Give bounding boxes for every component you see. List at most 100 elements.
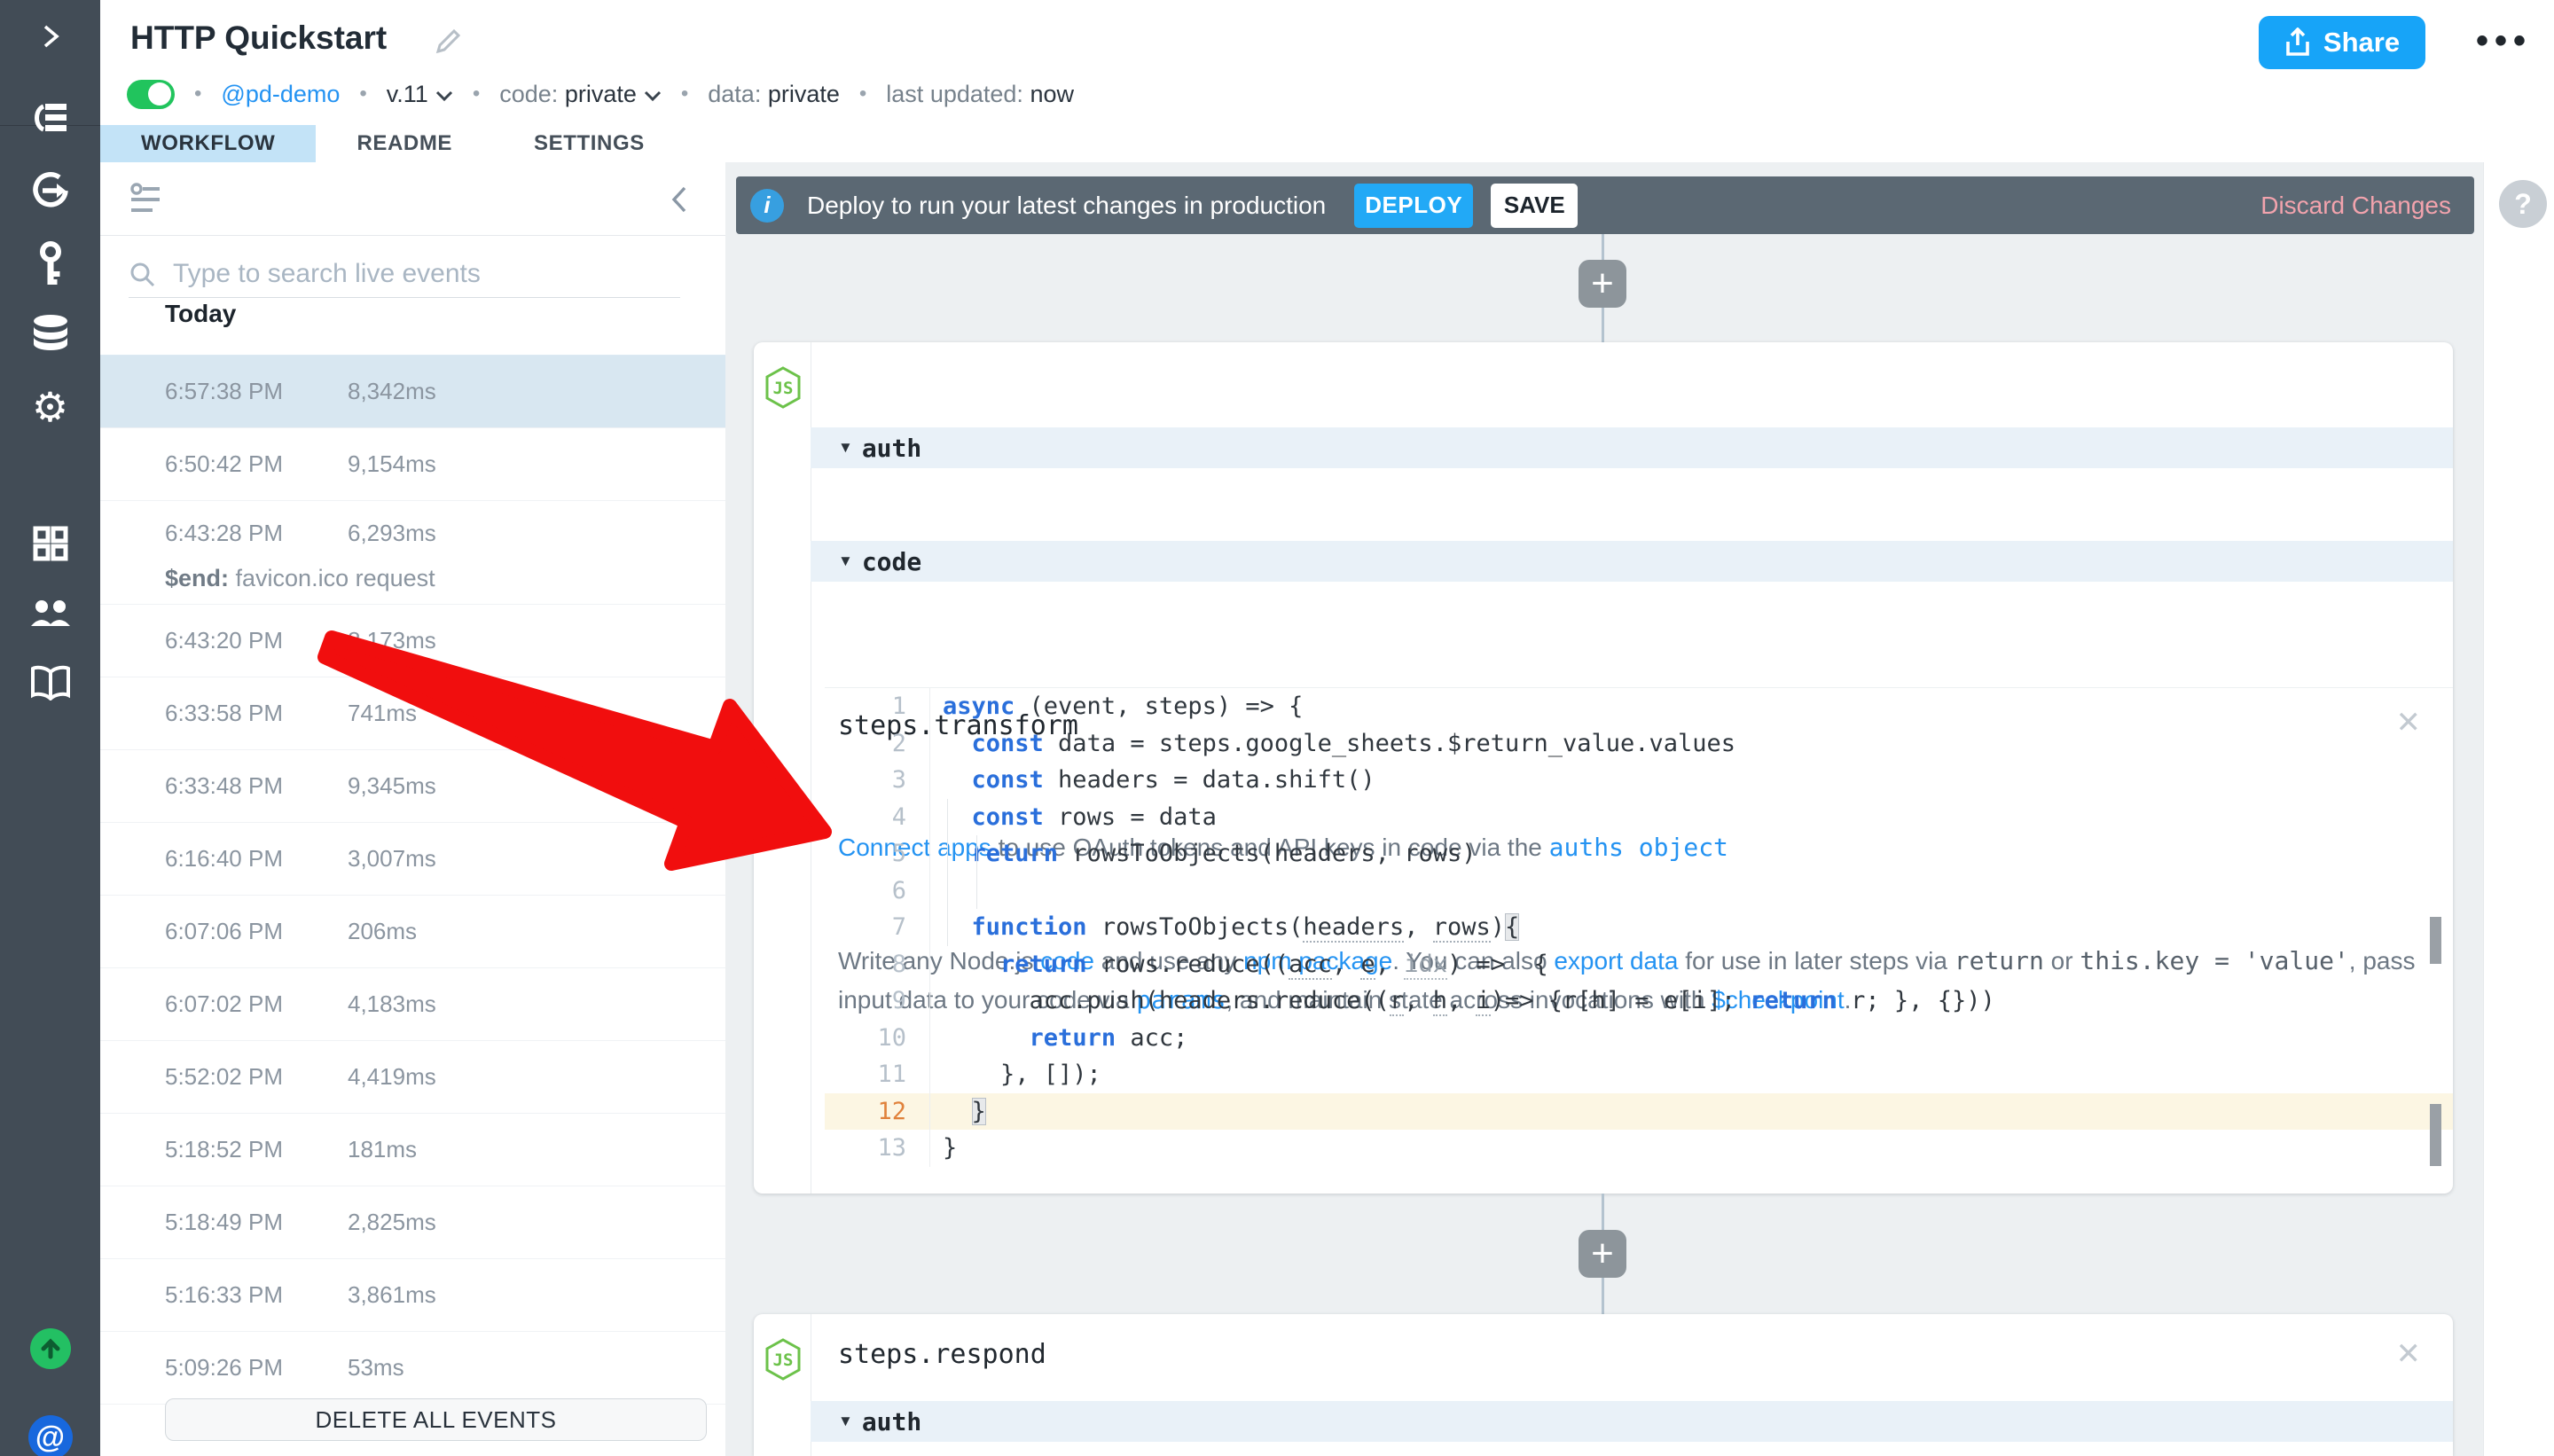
- event-row[interactable]: 6:07:06 PM206ms: [100, 896, 725, 968]
- code-text: return rowsToObjects(headers, rows): [929, 835, 2453, 873]
- code-line[interactable]: 1async (event, steps) => {: [825, 688, 2453, 725]
- event-time: 6:16:40 PM: [165, 845, 348, 873]
- save-button[interactable]: SAVE: [1491, 184, 1578, 228]
- api-keys-icon[interactable]: [0, 241, 100, 286]
- more-menu-button[interactable]: •••: [2476, 21, 2532, 61]
- code-line[interactable]: 8 return rows.reduce((acc, e, idx) => {: [825, 946, 2453, 983]
- account-link[interactable]: @pd-demo: [221, 81, 340, 108]
- edit-title-icon[interactable]: [433, 27, 463, 61]
- event-row[interactable]: 5:18:52 PM181ms: [100, 1114, 725, 1186]
- code-line[interactable]: 12 }: [825, 1093, 2453, 1131]
- sql-database-icon[interactable]: [0, 314, 100, 353]
- tab-settings[interactable]: SETTINGS: [493, 125, 686, 162]
- step-name[interactable]: steps.respond: [838, 1339, 1046, 1370]
- event-row[interactable]: 6:33:48 PM9,345ms: [100, 750, 725, 823]
- expand-sidebar-icon[interactable]: [0, 21, 100, 51]
- code-text: async (event, steps) => {: [929, 688, 2453, 725]
- code-privacy-dropdown[interactable]: code: private: [499, 81, 662, 108]
- app-sidebar: ⚙ @: [0, 0, 100, 1456]
- code-text: const rows = data: [929, 799, 2453, 836]
- code-text: const headers = data.shift(): [929, 762, 2453, 799]
- discard-changes-link[interactable]: Discard Changes: [2260, 192, 2451, 220]
- event-time: 6:50:42 PM: [165, 450, 348, 478]
- event-row[interactable]: 6:50:42 PM9,154ms: [100, 428, 725, 501]
- workflow-active-toggle[interactable]: [127, 80, 175, 109]
- code-line[interactable]: 13}: [825, 1130, 2453, 1167]
- line-number: 6: [825, 873, 929, 910]
- code-line[interactable]: 9 acc.push(headers.reduce((r, h, i)=> {r…: [825, 982, 2453, 1020]
- share-label: Share: [2323, 27, 2400, 59]
- settings-gear-icon[interactable]: ⚙: [0, 383, 100, 431]
- info-icon: i: [750, 189, 784, 223]
- collapse-panel-icon[interactable]: [670, 185, 688, 218]
- scrollbar-mark[interactable]: [2430, 1104, 2441, 1166]
- collapse-triangle-icon: ▼: [838, 552, 853, 570]
- code-line[interactable]: 6: [825, 873, 2453, 910]
- upgrade-icon[interactable]: [0, 1328, 100, 1369]
- auth-section-header[interactable]: ▼ auth: [811, 427, 2453, 468]
- code-line[interactable]: 5 return rowsToObjects(headers, rows): [825, 835, 2453, 873]
- line-number: 7: [825, 909, 929, 946]
- event-time: 6:33:48 PM: [165, 772, 348, 800]
- event-row[interactable]: 6:43:20 PM8,173ms: [100, 605, 725, 677]
- pipedream-workflow-editor: ⚙ @ HTTP Quickstart Share ••• • @pd-demo…: [0, 0, 2554, 1456]
- events-list: 6:57:38 PM8,342ms6:50:42 PM9,154ms6:43:2…: [100, 355, 725, 1405]
- search-live-events-input[interactable]: Type to search live events: [129, 251, 680, 298]
- event-time: 6:33:58 PM: [165, 700, 348, 727]
- line-number: 13: [825, 1130, 929, 1167]
- docs-book-icon[interactable]: [0, 665, 100, 701]
- live-events-panel: Type to search live events Today 6:57:38…: [100, 162, 726, 1456]
- events-group-label: Today: [165, 300, 236, 328]
- auth-section-header[interactable]: ▼ auth: [811, 1401, 2453, 1442]
- event-row[interactable]: 5:18:49 PM2,825ms: [100, 1186, 725, 1259]
- event-row[interactable]: 5:09:26 PM53ms: [100, 1332, 725, 1405]
- code-text: }: [929, 1093, 2453, 1131]
- event-time: 5:18:49 PM: [165, 1209, 348, 1236]
- tab-bar: WORKFLOW README SETTINGS: [100, 125, 2554, 163]
- code-text: function rowsToObjects(headers, rows){: [929, 909, 2453, 946]
- event-row[interactable]: 6:43:28 PM6,293ms$end: favicon.ico reque…: [100, 501, 725, 605]
- deploy-banner: i Deploy to run your latest changes in p…: [736, 176, 2474, 234]
- event-time: 5:16:33 PM: [165, 1281, 348, 1309]
- code-line[interactable]: 4 const rows = data: [825, 799, 2453, 836]
- delete-all-events-button[interactable]: DELETE ALL EVENTS: [165, 1398, 707, 1441]
- tab-workflow[interactable]: WORKFLOW: [100, 125, 316, 162]
- code-editor[interactable]: 1async (event, steps) => {2 const data =…: [825, 687, 2453, 1182]
- code-section-header[interactable]: ▼ code: [811, 541, 2453, 582]
- event-row[interactable]: 6:57:38 PM8,342ms: [100, 355, 725, 428]
- code-line[interactable]: 11 }, []);: [825, 1056, 2453, 1093]
- close-step-icon[interactable]: ✕: [2396, 1339, 2422, 1369]
- share-button[interactable]: Share: [2259, 16, 2425, 69]
- event-sources-icon[interactable]: [0, 170, 100, 211]
- code-text: return rows.reduce((acc, e, idx) => {: [929, 946, 2453, 983]
- code-text: [929, 873, 2453, 910]
- event-duration: 4,183ms: [348, 990, 436, 1018]
- add-step-button-bottom[interactable]: +: [1579, 1230, 1626, 1278]
- tab-readme[interactable]: README: [316, 125, 493, 162]
- code-line[interactable]: 3 const headers = data.shift(): [825, 762, 2453, 799]
- event-row[interactable]: 6:33:58 PM741ms: [100, 677, 725, 750]
- chevron-down-icon: [644, 81, 662, 108]
- event-row[interactable]: 6:07:02 PM4,183ms: [100, 968, 725, 1041]
- workflow-meta-row: • @pd-demo • v.11 • code: private • data…: [127, 76, 1074, 112]
- workflows-icon[interactable]: [0, 99, 100, 137]
- event-row[interactable]: 5:16:33 PM3,861ms: [100, 1259, 725, 1332]
- event-row[interactable]: 6:16:40 PM3,007ms: [100, 823, 725, 896]
- filter-icon[interactable]: [129, 181, 161, 221]
- help-button[interactable]: ?: [2499, 180, 2547, 228]
- account-icon[interactable]: @: [0, 1415, 100, 1456]
- event-row[interactable]: 5:52:02 PM4,419ms: [100, 1041, 725, 1114]
- code-line[interactable]: 10 return acc;: [825, 1020, 2453, 1057]
- code-line[interactable]: 7 function rowsToObjects(headers, rows){: [825, 909, 2453, 946]
- apps-grid-icon[interactable]: [0, 525, 100, 562]
- share-icon: [2284, 27, 2311, 58]
- version-dropdown[interactable]: v.11: [387, 81, 453, 108]
- community-icon[interactable]: [0, 594, 100, 630]
- line-number: 10: [825, 1020, 929, 1057]
- event-time: 6:43:20 PM: [165, 627, 348, 654]
- add-step-button-top[interactable]: +: [1579, 260, 1626, 308]
- deploy-button[interactable]: DEPLOY: [1354, 184, 1473, 228]
- code-line[interactable]: 2 const data = steps.google_sheets.$retu…: [825, 725, 2453, 763]
- code-text: return acc;: [929, 1020, 2453, 1057]
- scrollbar-mark[interactable]: [2430, 917, 2441, 964]
